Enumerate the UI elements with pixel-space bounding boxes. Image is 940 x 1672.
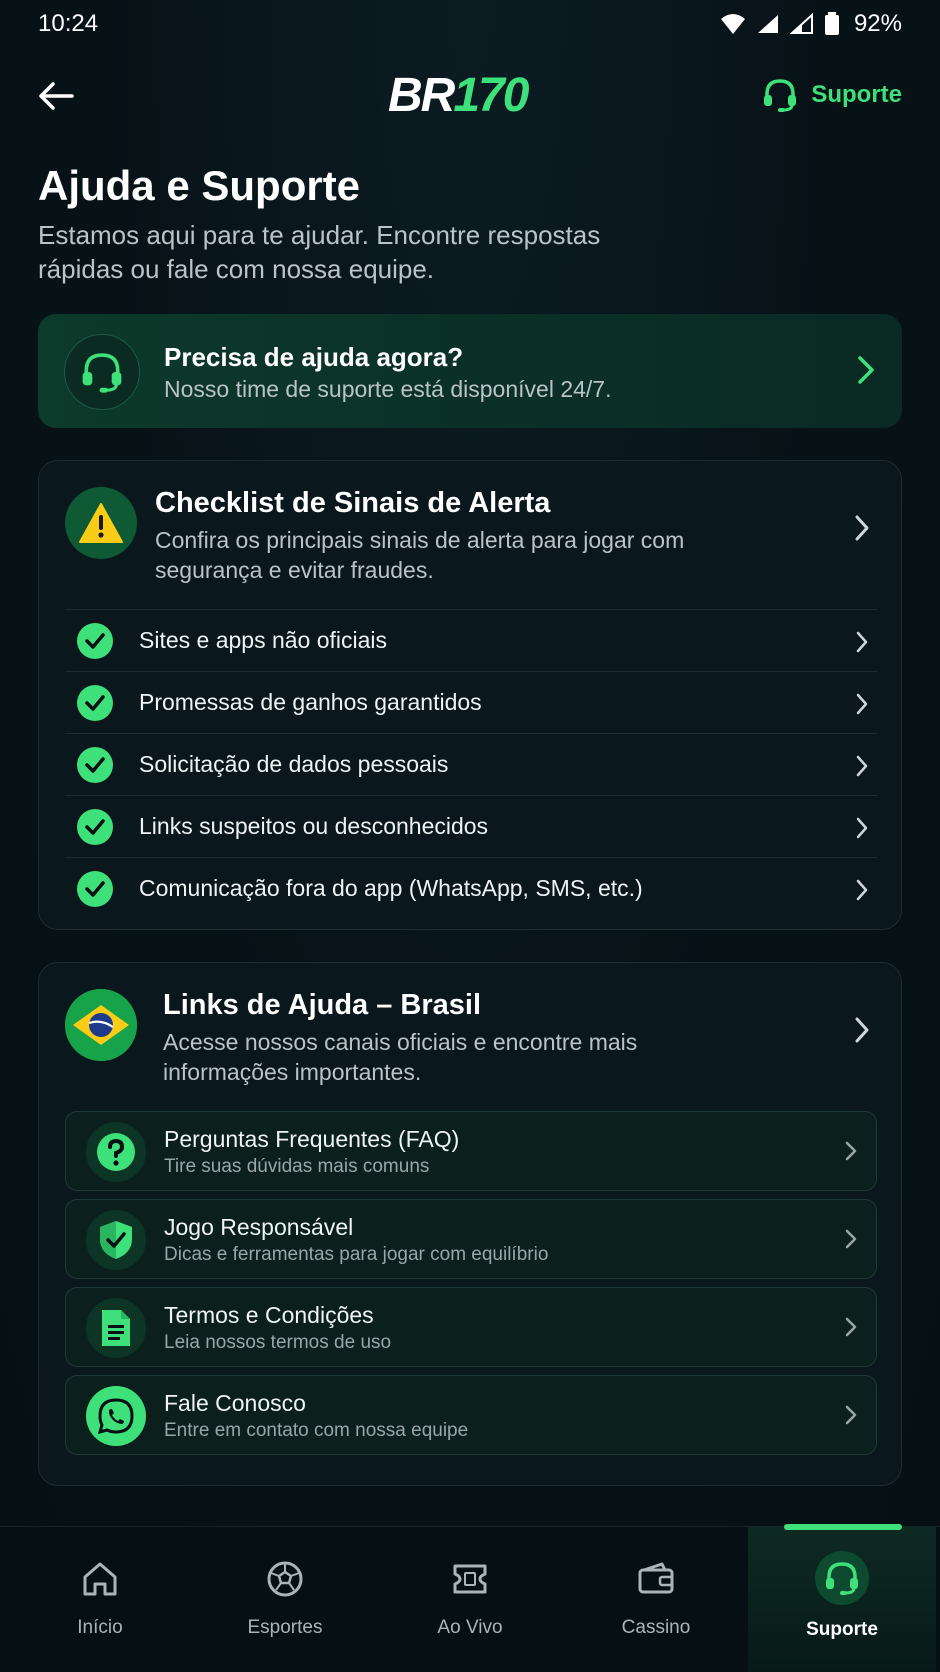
checklist-title: Checklist de Sinais de Alerta [155, 487, 551, 519]
help-link-subtitle: Leia nossos termos de uso [164, 1332, 392, 1353]
home-icon [76, 1555, 124, 1603]
headset-icon [815, 1551, 869, 1605]
chevron-right-icon [858, 356, 874, 384]
battery-icon [824, 12, 839, 35]
question-icon [86, 1122, 146, 1182]
chevron-right-icon[interactable] [853, 1015, 871, 1045]
checklist-item-label: Promessas de ganhos garantidos [139, 689, 482, 715]
signal-weak-icon [789, 13, 813, 34]
signal-icon [757, 15, 778, 33]
help-link-subtitle: Entre em contato com nossa equipe [164, 1420, 469, 1441]
chevron-right-icon [856, 817, 868, 839]
nav-item-esportes[interactable]: Esportes [191, 1527, 379, 1672]
checklist-item[interactable]: Comunicação fora do app (WhatsApp, SMS, … [65, 857, 877, 919]
help-links-description: Acesse nossos canais oficiais e encontre… [163, 1029, 638, 1085]
status-time: 10:24 [38, 10, 99, 37]
chevron-right-icon [856, 755, 868, 777]
page-title: Ajuda e Suporte [38, 162, 361, 209]
soccer-ball-icon [261, 1555, 309, 1603]
nav-label: Início [77, 1617, 123, 1638]
status-icons: 92% [720, 10, 902, 38]
chevron-right-icon [845, 1141, 857, 1161]
help-links-title: Links de Ajuda – Brasil [163, 989, 482, 1021]
chevron-right-icon [845, 1405, 857, 1425]
brazil-flag-icon [65, 989, 137, 1061]
help-link-terms[interactable]: Termos e Condições Leia nossos termos de… [65, 1287, 877, 1367]
warning-icon-circle [65, 487, 137, 559]
ticket-icon [446, 1555, 494, 1603]
check-circle-icon [77, 622, 113, 659]
banner-icon-circle [64, 334, 140, 410]
nav-label: Suporte [806, 1619, 878, 1640]
checklist-item-label: Solicitação de dados pessoais [139, 751, 449, 777]
help-now-banner[interactable]: Precisa de ajuda agora? Nosso time de su… [38, 314, 902, 428]
header-support-label: Suporte [811, 81, 902, 108]
help-link-title: Jogo Responsável [164, 1214, 354, 1240]
checklist-item-label: Comunicação fora do app (WhatsApp, SMS, … [139, 875, 643, 901]
checklist-item[interactable]: Links suspeitos ou desconhecidos [65, 795, 877, 857]
active-tab-indicator [784, 1524, 902, 1530]
header-support-link[interactable]: Suporte [761, 76, 902, 114]
banner-title: Precisa de ajuda agora? [164, 342, 464, 372]
help-link-subtitle: Tire suas dúvidas mais comuns [164, 1156, 430, 1177]
nav-label: Ao Vivo [437, 1617, 503, 1638]
check-circle-icon [77, 684, 113, 721]
checklist-item[interactable]: Sites e apps não oficiais [65, 609, 877, 671]
headset-icon [764, 79, 797, 112]
page-subtitle: Estamos aqui para te ajudar. Encontre re… [38, 220, 601, 284]
nav-label: Cassino [621, 1617, 691, 1638]
help-link-subtitle: Dicas e ferramentas para jogar com equil… [164, 1244, 549, 1265]
banner-text: Nosso time de suporte está disponível 24… [164, 376, 612, 402]
warning-checklist-card: Checklist de Sinais de Alerta Confira os… [38, 460, 902, 930]
help-links-card: Links de Ajuda – Brasil Acesse nossos ca… [38, 962, 902, 1486]
checklist-item-label: Sites e apps não oficiais [139, 627, 388, 653]
nav-item-ao-vivo[interactable]: Ao Vivo [376, 1527, 564, 1672]
nav-label: Esportes [247, 1617, 323, 1638]
headset-icon [82, 353, 122, 393]
whatsapp-icon [86, 1386, 146, 1446]
nav-item-cassino[interactable]: Cassino [562, 1527, 750, 1672]
battery-percent: 92% [853, 10, 902, 37]
shield-icon [86, 1210, 146, 1270]
help-link-title: Termos e Condições [164, 1302, 374, 1328]
chevron-right-icon [845, 1317, 857, 1337]
document-icon [86, 1298, 146, 1358]
chevron-right-icon [845, 1229, 857, 1249]
app-screen: 10:24 92% BR170 Suporte Ajuda e Suporte … [0, 0, 940, 1672]
help-link-title: Perguntas Frequentes (FAQ) [164, 1126, 460, 1152]
check-circle-icon [77, 746, 113, 783]
app-header: BR170 Suporte [0, 60, 940, 130]
checklist-item[interactable]: Solicitação de dados pessoais [65, 733, 877, 795]
help-link-responsible-gaming[interactable]: Jogo Responsável Dicas e ferramentas par… [65, 1199, 877, 1279]
help-link-title: Fale Conosco [164, 1390, 306, 1416]
back-button[interactable] [34, 76, 78, 116]
nav-item-suporte[interactable]: Suporte [748, 1527, 936, 1672]
chevron-right-icon [856, 631, 868, 653]
nav-item-inicio[interactable]: Início [6, 1527, 194, 1672]
help-link-contact[interactable]: Fale Conosco Entre em contato com nossa … [65, 1375, 877, 1455]
wallet-icon [632, 1555, 680, 1603]
checklist-item-label: Links suspeitos ou desconhecidos [139, 813, 489, 839]
wifi-icon [720, 14, 745, 34]
help-link-faq[interactable]: Perguntas Frequentes (FAQ) Tire suas dúv… [65, 1111, 877, 1191]
check-circle-icon [77, 870, 113, 907]
warning-icon [79, 503, 123, 543]
chevron-right-icon [856, 879, 868, 901]
help-links-list: Perguntas Frequentes (FAQ) Tire suas dúv… [65, 1111, 877, 1463]
arrow-left-icon [39, 82, 74, 110]
checklist-item[interactable]: Promessas de ganhos garantidos [65, 671, 877, 733]
checklist-items: Sites e apps não oficiais Promessas de g… [65, 609, 877, 919]
brand-logo: BR170 [388, 69, 529, 122]
checklist-description: Confira os principais sinais de alerta p… [155, 527, 685, 583]
check-circle-icon [77, 808, 113, 845]
bottom-nav: Início Esportes Ao Vivo Cassino Suporte [0, 1526, 940, 1672]
chevron-right-icon [856, 693, 868, 715]
status-bar: 10:24 92% [0, 0, 940, 48]
chevron-right-icon[interactable] [853, 513, 871, 543]
